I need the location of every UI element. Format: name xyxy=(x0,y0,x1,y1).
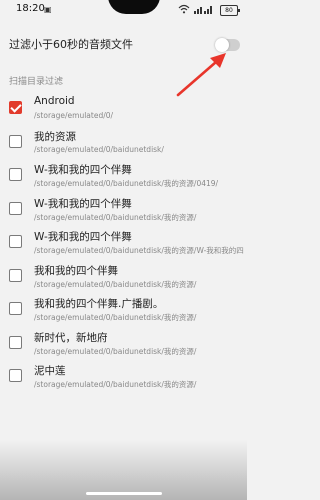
toggle-knob xyxy=(215,38,229,52)
battery-icon: 80 xyxy=(220,5,240,16)
directory-checkbox[interactable] xyxy=(9,134,22,148)
wifi-icon xyxy=(178,4,190,18)
directory-item[interactable]: 我的资源/storage/emulated/0/baidunetdisk/ xyxy=(0,126,247,159)
directory-name: W-我和我的四个伴舞 xyxy=(34,197,132,210)
directory-checkbox[interactable] xyxy=(9,302,22,315)
directory-name: 我的资源 xyxy=(34,130,76,143)
directory-item[interactable]: 我和我的四个伴舞/storage/emulated/0/baidunetdisk… xyxy=(0,260,247,293)
directory-checkbox[interactable] xyxy=(9,101,22,114)
directory-name: 新时代，新地府 xyxy=(34,331,108,344)
directory-name: 我和我的四个伴舞 xyxy=(34,264,118,277)
directory-path: /storage/emulated/0/baidunetdisk/我的资源/ xyxy=(34,212,197,222)
directory-checkbox[interactable] xyxy=(9,235,22,248)
directory-path: /storage/emulated/0/baidunetdisk/我的资源/ xyxy=(34,313,197,322)
directory-checkbox[interactable] xyxy=(9,168,22,181)
directory-item[interactable]: 泥中莲/storage/emulated/0/baidunetdisk/我的资源… xyxy=(0,360,247,393)
filter-short-audio-toggle[interactable] xyxy=(215,38,240,52)
directory-name: W-我和我的四个伴舞 xyxy=(34,164,132,176)
directory-item[interactable]: W-我和我的四个伴舞/storage/emulated/0/baidunetdi… xyxy=(0,193,247,226)
filter-short-audio-label: 过滤小于60秒的音频文件 xyxy=(9,38,133,51)
signal-icon xyxy=(194,4,214,18)
directory-path: /storage/emulated/0/baidunetdisk/我的资源/ xyxy=(34,346,197,356)
filter-short-audio-row[interactable]: 过滤小于60秒的音频文件 xyxy=(0,22,247,66)
status-time: 18:20 xyxy=(16,3,45,14)
directory-checkbox[interactable] xyxy=(9,369,22,382)
status-bar: 18:20 ▣ 80 xyxy=(0,0,247,20)
directory-checkbox[interactable] xyxy=(9,335,22,349)
directory-item[interactable]: 我和我的四个伴舞.广播剧。 /storage/emulated/0/baidune… xyxy=(0,293,247,326)
camera-notch xyxy=(108,0,160,14)
home-indicator[interactable] xyxy=(86,492,162,495)
directory-path: /storage/emulated/0/baidunetdisk/我的资源/04… xyxy=(34,179,219,188)
directory-checkbox[interactable] xyxy=(9,268,22,282)
notification-icon: ▣ xyxy=(44,5,52,14)
directory-path: /storage/emulated/0/baidunetdisk/ xyxy=(34,144,164,154)
directory-path: /storage/emulated/0/baidunetdisk/我的资源/W-… xyxy=(34,246,244,255)
section-title: 扫描目录过滤 xyxy=(9,77,64,87)
bottom-shade xyxy=(0,440,247,500)
check-icon xyxy=(10,101,22,113)
directory-item[interactable]: W-我和我的四个伴舞/storage/emulated/0/baidunetdi… xyxy=(0,226,247,259)
directory-name: W-我和我的四个伴舞 xyxy=(34,231,132,243)
directory-path: /storage/emulated/0/ xyxy=(34,111,114,120)
battery-level: 80 xyxy=(225,7,233,14)
directory-path: /storage/emulated/0/baidunetdisk/我的资源/ xyxy=(34,279,197,289)
directory-name: 我和我的四个伴舞.广播剧。 xyxy=(34,298,164,310)
directory-item[interactable]: Android/storage/emulated/0/ xyxy=(0,92,247,125)
directory-name: 泥中莲 xyxy=(34,365,66,377)
directory-name: Android xyxy=(34,95,75,107)
directory-path: /storage/emulated/0/baidunetdisk/我的资源/ xyxy=(34,380,197,389)
directory-checkbox[interactable] xyxy=(9,201,22,215)
directory-item[interactable]: W-我和我的四个伴舞/storage/emulated/0/baidunetdi… xyxy=(0,159,247,192)
directory-item[interactable]: 新时代，新地府/storage/emulated/0/baidunetdisk/… xyxy=(0,327,247,360)
